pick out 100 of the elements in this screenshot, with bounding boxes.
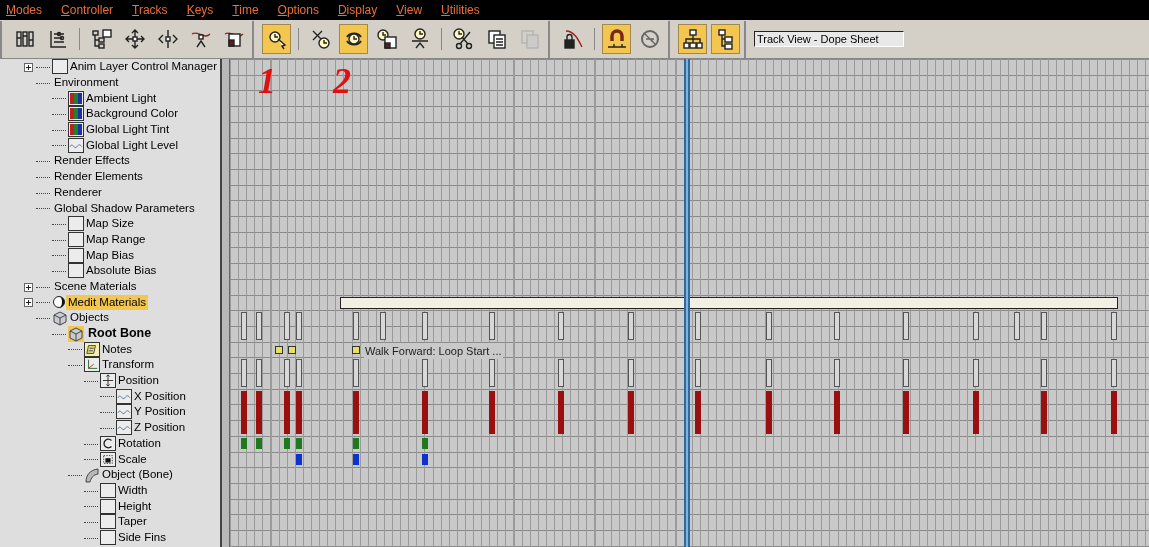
animation-key[interactable] — [284, 437, 290, 450]
expand-icon[interactable] — [24, 282, 33, 292]
tree-item[interactable]: Map Size — [84, 216, 136, 232]
tree-item[interactable]: Medit Materials — [66, 294, 148, 310]
tree-item[interactable]: Y Position — [132, 404, 188, 420]
animation-key[interactable] — [695, 359, 701, 387]
menu-item[interactable]: Utilities — [441, 1, 480, 19]
animation-key[interactable] — [558, 359, 564, 387]
menu-item[interactable]: View — [396, 1, 423, 19]
animation-key[interactable] — [628, 312, 634, 340]
time-slider[interactable] — [683, 59, 690, 547]
note-icon[interactable] — [352, 345, 360, 354]
animation-key[interactable] — [834, 390, 840, 434]
animation-key[interactable] — [766, 390, 772, 434]
animation-key[interactable] — [241, 312, 247, 340]
menu-item[interactable]: Modes — [6, 1, 43, 19]
animation-key[interactable] — [628, 359, 634, 387]
animation-key[interactable] — [1111, 390, 1117, 434]
tree-item[interactable]: Transform — [100, 357, 156, 373]
view-name-field[interactable]: Track View - Dope Sheet — [754, 31, 904, 47]
tree-item[interactable]: Object (Bone) — [100, 467, 175, 483]
animation-key[interactable] — [256, 359, 262, 387]
menu-item[interactable]: Controller — [61, 1, 114, 19]
animation-key[interactable] — [489, 390, 495, 434]
animation-key[interactable] — [1111, 359, 1117, 387]
animation-key[interactable] — [241, 437, 247, 450]
animation-key[interactable] — [380, 312, 386, 340]
animation-key[interactable] — [353, 453, 359, 466]
tree-item[interactable]: Anim Layer Control Manager — [68, 59, 219, 75]
animation-key[interactable] — [695, 312, 701, 340]
animation-key[interactable] — [489, 312, 495, 340]
tree-item[interactable]: Width — [116, 482, 150, 498]
menu-item[interactable]: Keys — [186, 1, 214, 19]
animation-key[interactable] — [422, 359, 428, 387]
animation-key[interactable] — [256, 312, 262, 340]
tree-item[interactable]: Renderer — [52, 184, 104, 200]
animation-key[interactable] — [1041, 312, 1047, 340]
menu-item[interactable]: Tracks — [132, 1, 168, 19]
animation-key[interactable] — [353, 359, 359, 387]
scrollbar-track[interactable] — [222, 59, 230, 547]
animation-key[interactable] — [353, 437, 359, 450]
expand-icon[interactable] — [24, 298, 33, 308]
animation-key[interactable] — [973, 359, 979, 387]
toolbar-button[interactable] — [678, 24, 707, 54]
tree-item[interactable]: Background Color — [84, 106, 181, 122]
animation-key[interactable] — [1111, 312, 1117, 340]
tree-item[interactable]: Render Effects — [52, 153, 132, 169]
animation-key[interactable] — [256, 390, 262, 434]
tree-item[interactable]: Global Light Level — [84, 137, 181, 153]
tree-item[interactable]: Position — [116, 373, 161, 389]
range-bar[interactable] — [340, 296, 1118, 309]
tree-item[interactable]: Absolute Bias — [84, 263, 159, 279]
tree-item[interactable]: Global Shadow Parameters — [52, 200, 197, 216]
animation-key[interactable] — [695, 390, 701, 434]
toolbar-button[interactable] — [339, 24, 368, 54]
tree-item[interactable]: Map Range — [84, 231, 148, 247]
animation-key[interactable] — [296, 359, 302, 387]
expand-icon[interactable] — [24, 63, 33, 72]
tree-item[interactable]: X Position — [132, 388, 188, 404]
animation-key[interactable] — [834, 312, 840, 340]
animation-key[interactable] — [973, 390, 979, 434]
animation-key[interactable] — [284, 359, 290, 387]
toolbar-button[interactable] — [262, 24, 291, 54]
animation-key[interactable] — [558, 312, 564, 340]
animation-key[interactable] — [422, 312, 428, 340]
tree-item[interactable]: Environment — [52, 75, 121, 91]
animation-key[interactable] — [422, 437, 428, 450]
tree-item[interactable]: Render Elements — [52, 169, 145, 185]
tree-item[interactable]: Taper — [116, 514, 149, 530]
animation-key[interactable] — [1014, 312, 1020, 340]
animation-key[interactable] — [284, 390, 290, 434]
animation-key[interactable] — [903, 390, 909, 434]
animation-key[interactable] — [903, 312, 909, 340]
animation-key[interactable] — [241, 390, 247, 434]
menu-item[interactable]: Time — [232, 1, 259, 19]
tree-item[interactable]: Side Fins — [116, 529, 168, 545]
animation-key[interactable] — [903, 359, 909, 387]
tree-item[interactable]: Objects — [68, 310, 111, 326]
animation-key[interactable] — [973, 312, 979, 340]
animation-key[interactable] — [834, 359, 840, 387]
animation-key[interactable] — [353, 390, 359, 434]
animation-key[interactable] — [256, 437, 262, 450]
animation-key[interactable] — [296, 437, 302, 450]
animation-key[interactable] — [353, 312, 359, 340]
animation-key[interactable] — [296, 453, 302, 466]
toolbar-button[interactable] — [602, 24, 631, 54]
animation-key[interactable] — [284, 312, 290, 340]
animation-key[interactable] — [766, 359, 772, 387]
animation-key[interactable] — [489, 359, 495, 387]
animation-key[interactable] — [422, 453, 428, 466]
animation-key[interactable] — [296, 312, 302, 340]
tree-item[interactable]: Rotation — [116, 435, 163, 451]
tree-item[interactable]: Scale — [116, 451, 149, 467]
animation-key[interactable] — [241, 359, 247, 387]
tree-item[interactable]: Z Position — [132, 420, 188, 436]
menu-item[interactable]: Options — [277, 1, 319, 19]
tree-item[interactable]: Global Light Tint — [84, 122, 172, 138]
animation-key[interactable] — [1041, 359, 1047, 387]
animation-key[interactable] — [1041, 390, 1047, 434]
tree-item[interactable]: Notes — [100, 341, 135, 357]
